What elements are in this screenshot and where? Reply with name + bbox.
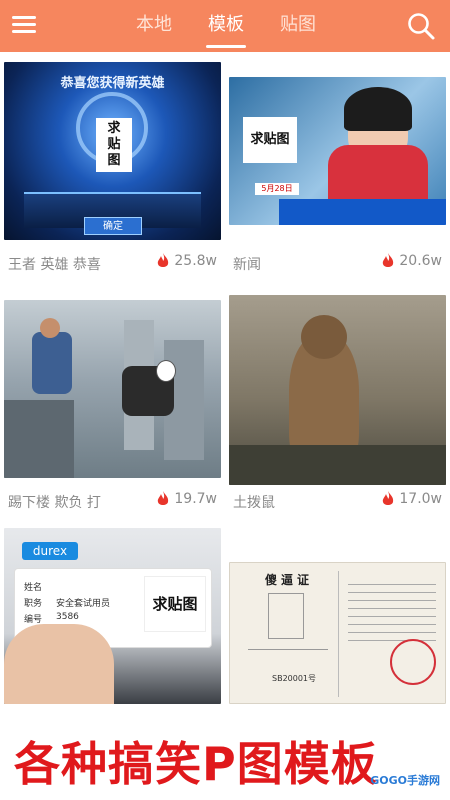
template-thumbnail[interactable]: 恭喜您获得新英雄 求 贴 图 确定	[4, 62, 221, 240]
template-caption: 踢下楼 欺负 打	[8, 495, 101, 511]
tab-bar: 本地 模板 贴图	[118, 0, 334, 52]
heat-value: 17.0w	[399, 491, 442, 507]
template-caption: 新闻	[233, 257, 261, 273]
sticker-placeholder: 求 贴 图	[96, 118, 132, 172]
id-number-value: 3586	[56, 612, 79, 622]
heat-value: 25.8w	[174, 253, 217, 269]
brand-label: durex	[22, 542, 78, 560]
heat-value: 19.7w	[174, 491, 217, 507]
template-card[interactable]: 求贴图 5月28日 新闻 20.6w	[225, 52, 450, 290]
news-ticker: 5月28日	[255, 183, 299, 195]
heat-count: 25.8w	[156, 253, 217, 269]
template-thumbnail[interactable]	[229, 295, 446, 485]
template-thumbnail[interactable]: 傻逼证 SB20001号	[229, 562, 446, 704]
id-field-name: 姓名	[24, 583, 43, 593]
sticker-placeholder: 求贴图	[243, 117, 297, 163]
flame-icon	[383, 253, 394, 267]
template-card[interactable]: 踢下楼 欺负 打 19.7w	[0, 290, 225, 528]
tab-local[interactable]: 本地	[118, 0, 190, 52]
template-caption: 土拨鼠	[233, 495, 275, 511]
search-icon[interactable]	[406, 11, 436, 41]
template-thumbnail[interactable]: durex 姓名 职务 安全套试用员 编号 3586 求贴图	[4, 528, 221, 704]
app-header: 本地 模板 贴图	[0, 0, 450, 52]
tab-templates[interactable]: 模板	[190, 0, 262, 52]
promo-banner: 各种搞笑P图模板 GOGO手游网	[0, 710, 450, 800]
card-meta: 土拨鼠 17.0w	[225, 488, 450, 516]
menu-icon[interactable]	[12, 14, 38, 36]
certificate-number: SB20001号	[272, 674, 317, 683]
certificate-title: 傻逼证	[264, 573, 313, 587]
heat-count: 17.0w	[381, 491, 442, 507]
heat-count: 19.7w	[156, 491, 217, 507]
template-card[interactable]: 傻逼证 SB20001号	[225, 528, 450, 710]
promo-text: 各种搞笑P图模板	[14, 737, 378, 791]
template-caption: 王者 英雄 恭喜	[8, 257, 101, 273]
thumb-banner-text: 恭喜您获得新英雄	[60, 76, 165, 91]
flame-icon	[383, 491, 394, 505]
id-role-value: 安全套试用员	[56, 599, 111, 609]
template-thumbnail[interactable]: 求贴图 5月28日	[229, 77, 446, 225]
template-card[interactable]: durex 姓名 职务 安全套试用员 编号 3586 求贴图	[0, 528, 225, 710]
watermark: GOGO手游网	[370, 774, 440, 787]
tab-stickers[interactable]: 贴图	[262, 0, 334, 52]
sticker-placeholder: 求贴图	[144, 576, 206, 632]
template-card[interactable]: 恭喜您获得新英雄 求 贴 图 确定 王者 英雄 恭喜 25.8w	[0, 52, 225, 290]
id-field-number: 编号	[24, 615, 43, 625]
card-meta: 踢下楼 欺负 打 19.7w	[0, 488, 225, 516]
flame-icon	[158, 253, 169, 267]
card-meta: 新闻 20.6w	[225, 250, 450, 278]
heat-value: 20.6w	[399, 253, 442, 269]
id-field-role: 职务	[24, 599, 43, 609]
flame-icon	[158, 491, 169, 505]
template-thumbnail[interactable]	[4, 300, 221, 478]
heat-count: 20.6w	[381, 253, 442, 269]
template-card[interactable]: 土拨鼠 17.0w	[225, 290, 450, 528]
confirm-label: 确定	[84, 217, 142, 235]
card-meta: 王者 英雄 恭喜 25.8w	[0, 250, 225, 278]
